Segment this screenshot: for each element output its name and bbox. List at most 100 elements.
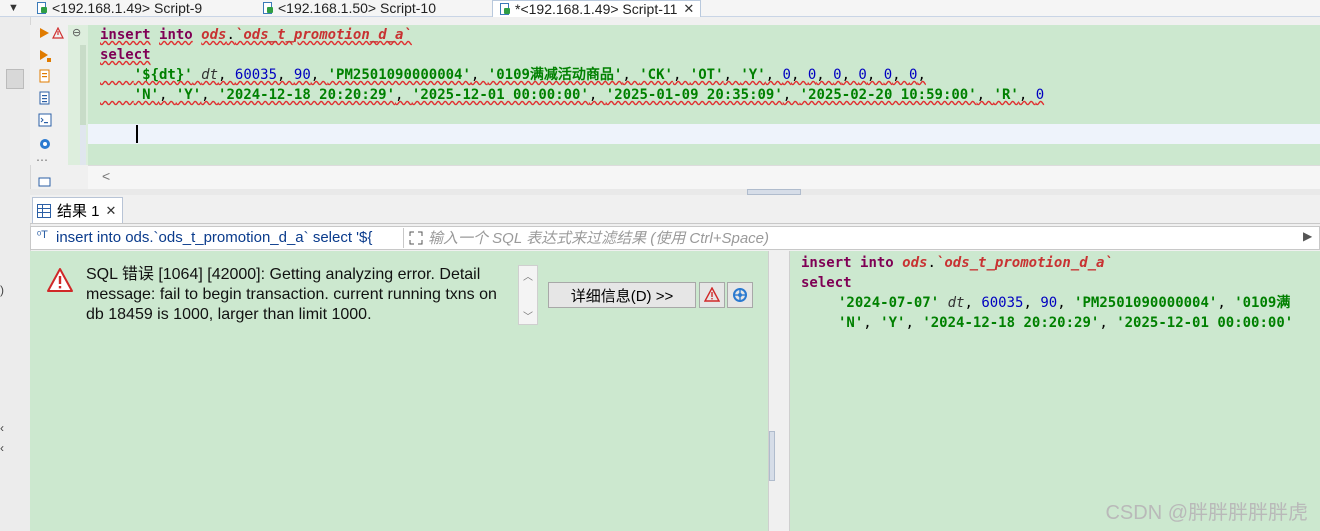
sql-line-4: 'N', 'Y', '2024-12-18 20:20:29', '2025-1… xyxy=(838,315,1294,331)
collapse-icon[interactable]: ⊖ xyxy=(72,26,81,39)
keyword-into: into xyxy=(159,27,193,43)
sql-script-icon xyxy=(36,2,48,14)
warning-icon xyxy=(52,27,64,39)
query-text-label: insert into ods.`ods_t_promotion_d_a` se… xyxy=(56,229,373,246)
chevron-down-icon[interactable]: ▼ xyxy=(8,2,19,14)
execute-script-icon[interactable] xyxy=(38,49,52,63)
value: 0 xyxy=(1035,87,1045,103)
pane-divider[interactable] xyxy=(768,251,790,531)
results-tab-label: 结果 1 xyxy=(57,203,100,220)
sql-preview-pane: insert into ods.`ods_t_promotion_d_a` se… xyxy=(790,251,1320,531)
ruler-marker xyxy=(80,45,86,125)
chevron-down-icon[interactable]: ﹀ xyxy=(523,308,533,323)
editor-ruler: ⊖ xyxy=(68,25,88,165)
value: 90 xyxy=(1040,295,1058,311)
sql-script-icon xyxy=(499,3,511,15)
value: '2024-12-18 20:20:29' xyxy=(218,87,396,103)
details-button[interactable]: 详细信息(D) >> xyxy=(548,282,696,308)
value: '2025-02-20 10:59:00' xyxy=(799,87,977,103)
text-caret xyxy=(136,125,138,143)
editor-horizontal-scrollbar[interactable]: < xyxy=(88,165,1320,190)
error-message: SQL 错误 [1064] [42000]: Getting analyzing… xyxy=(86,266,497,323)
keyword-insert: insert xyxy=(100,27,151,43)
value: 'N' xyxy=(133,87,160,103)
value: '2024-07-07' xyxy=(838,295,940,311)
tab-script-10[interactable]: <192.168.1.50> Script-10 xyxy=(262,0,436,16)
code-line-3: '${dt}' dt, 60035, 90, 'PM2501090000004'… xyxy=(100,65,926,85)
tab-label: <192.168.1.49> Script-9 xyxy=(52,0,203,16)
error-warning-icon xyxy=(47,268,73,292)
schema-name: ods xyxy=(201,27,227,43)
value: 'OT' xyxy=(689,67,724,83)
keyword-insert: insert xyxy=(801,255,852,271)
tab-results-1[interactable]: 结果 1 ✕ xyxy=(32,197,124,223)
value: 'R' xyxy=(993,87,1019,103)
alias: dt xyxy=(201,67,219,83)
filter-separator xyxy=(403,228,404,248)
value: 'CK' xyxy=(639,67,673,83)
gear-icon[interactable] xyxy=(38,137,52,151)
keyword-select: select xyxy=(801,275,852,291)
value: 'PM2501090000004' xyxy=(1074,295,1218,311)
close-icon[interactable]: ✕ xyxy=(106,203,117,219)
terminal-icon[interactable] xyxy=(38,113,52,127)
value: '2025-01-09 20:35:09' xyxy=(605,87,783,103)
scroll-left-arrow[interactable]: < xyxy=(102,168,110,184)
left-edge-strip: ) ‹ ‹ xyxy=(0,17,31,531)
schema-name: ods xyxy=(902,255,928,271)
value: '2025-12-01 00:00:00' xyxy=(411,87,589,103)
error-log-button[interactable] xyxy=(699,282,725,308)
table-name: `ods_t_promotion_d_a` xyxy=(234,27,412,43)
value: 0 xyxy=(833,67,842,83)
close-icon[interactable]: ✕ xyxy=(683,1,694,17)
warning-icon xyxy=(704,287,720,302)
tab-label: *<192.168.1.49> Script-11 xyxy=(515,1,678,17)
value: 'N' xyxy=(838,315,864,331)
scrollbar-thumb[interactable] xyxy=(6,69,24,89)
value: 60035 xyxy=(981,295,1024,311)
value: 0 xyxy=(782,67,791,83)
explain-plan-icon[interactable] xyxy=(38,91,52,105)
value: 'PM2501090000004' xyxy=(327,67,471,83)
chevron-up-icon[interactable]: ︿ xyxy=(523,268,533,283)
play-arrow-icon[interactable]: ▶ xyxy=(1303,229,1312,243)
value: 90 xyxy=(293,67,311,83)
value: 60035 xyxy=(234,67,278,83)
value: '2024-12-18 20:20:29' xyxy=(922,315,1100,331)
sql-line-3: '2024-07-07' dt, 60035, 90, 'PM250109000… xyxy=(838,295,1291,311)
truncated-glyph: ) xyxy=(0,283,4,297)
ruler-marker xyxy=(80,125,86,165)
value: 0 xyxy=(858,67,867,83)
results-tab-bar xyxy=(30,195,1320,224)
watermark: CSDN @胖胖胖胖胖虎 xyxy=(1105,502,1308,524)
value: '0109满减活动商品' xyxy=(487,67,623,83)
grid-icon xyxy=(37,203,51,218)
tab-script-9[interactable]: <192.168.1.49> Script-9 xyxy=(36,0,202,16)
sql-line-1: insert into ods.`ods_t_promotion_d_a` xyxy=(801,253,1113,273)
keyword-select: select xyxy=(100,47,151,63)
error-message-scrollbar[interactable]: ︿ ﹀ xyxy=(518,265,538,325)
code-line-1: insert into ods.`ods_t_promotion_d_a` xyxy=(100,25,412,45)
panel-icon[interactable] xyxy=(38,177,52,187)
expand-icon[interactable] xyxy=(409,231,423,245)
divider-grip[interactable] xyxy=(769,431,775,481)
tab-label: <192.168.1.50> Script-10 xyxy=(278,0,437,16)
more-icon[interactable]: ⋯ xyxy=(36,153,48,167)
value: '${dt}' xyxy=(133,67,193,83)
code-line-4: 'N', 'Y', '2024-12-18 20:20:29', '2025-1… xyxy=(100,85,1044,105)
tab-script-11[interactable]: *<192.168.1.49> Script-11 ✕ xyxy=(492,0,702,17)
help-button[interactable] xyxy=(727,282,753,308)
sql-editor[interactable]: insert into ods.`ods_t_promotion_d_a` se… xyxy=(88,25,1320,165)
dot: . xyxy=(226,27,235,43)
sql-line-2: select xyxy=(801,273,852,293)
new-script-icon[interactable] xyxy=(38,69,52,83)
truncated-glyph: ‹ xyxy=(0,421,4,435)
value: 0 xyxy=(883,67,893,83)
lifebuoy-icon xyxy=(733,288,747,302)
execute-statement-icon[interactable] xyxy=(38,27,50,39)
value: 'Y' xyxy=(880,315,906,331)
value: 0 xyxy=(807,67,817,83)
value: '2025-12-01 00:00:00' xyxy=(1116,315,1294,331)
filter-input[interactable] xyxy=(428,228,1288,248)
